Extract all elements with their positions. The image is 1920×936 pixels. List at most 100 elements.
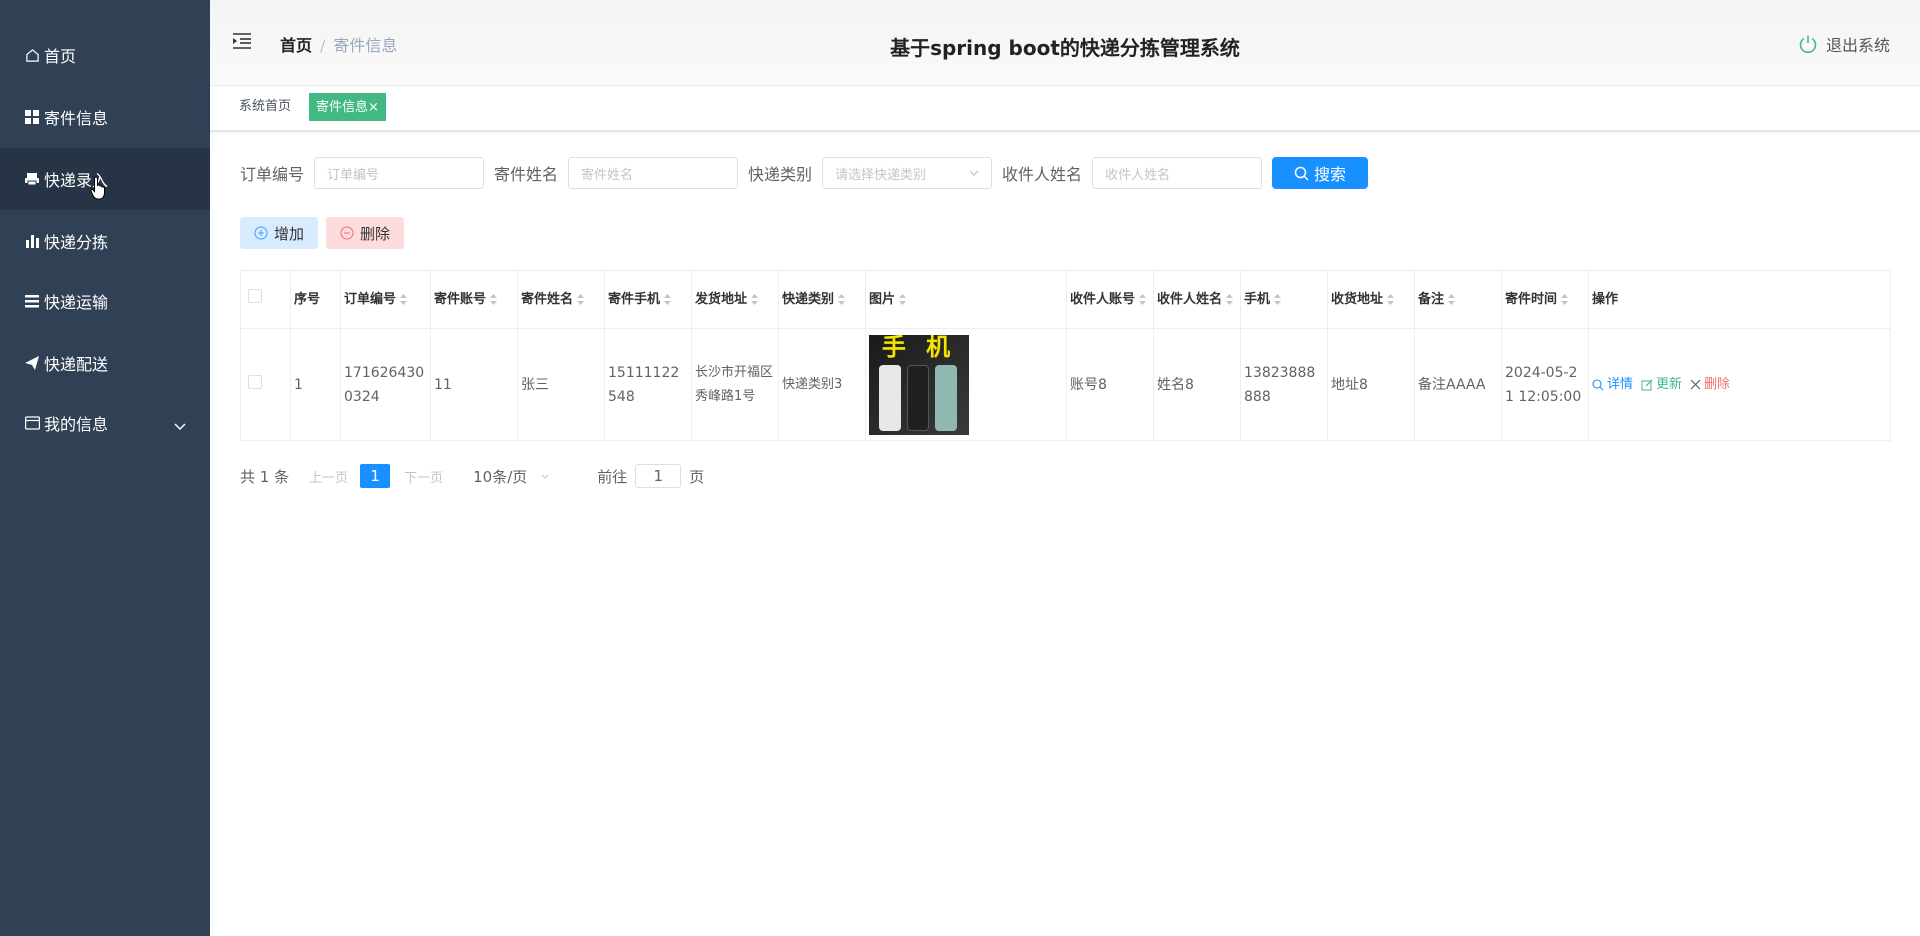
phone-shape — [879, 364, 901, 431]
cell-image: 手 机 — [865, 328, 1067, 441]
logout-button[interactable]: 退出系统 — [1798, 32, 1890, 56]
column-header[interactable]: 收件人姓名 — [1153, 270, 1241, 329]
top-bar: 首页 / 寄件信息 基于spring boot的快递分拣管理系统 退出系统 — [210, 0, 1920, 86]
printer-icon — [24, 171, 40, 187]
column-header[interactable]: 寄件手机 — [604, 270, 692, 329]
order-no-label: 订单编号 — [240, 165, 305, 184]
sidebar-item-label: 快递分拣 — [44, 233, 109, 252]
receiver-name-input[interactable]: 收件人姓名 — [1092, 157, 1263, 189]
column-header[interactable]: 发货地址 — [691, 270, 779, 329]
data-table: 序号 订单编号 寄件账号 寄件姓名 寄件手机 发货地址 快递类别 图片 收件人账… — [240, 270, 1891, 441]
sidebar-item-shipping-info[interactable]: 寄件信息 — [0, 86, 210, 148]
column-header[interactable]: 快递类别 — [778, 270, 866, 329]
tag-shipping-info[interactable]: 寄件信息× — [309, 93, 386, 121]
detail-button[interactable]: 详情 — [1592, 373, 1633, 397]
batch-delete-button[interactable]: 删除 — [326, 217, 405, 249]
sidebar-item-express-transport[interactable]: 快递运输 — [0, 270, 210, 332]
cell-sender-phone: 15111122548 — [604, 328, 692, 441]
goto-page-input[interactable]: 1 — [635, 464, 682, 488]
cell-receiver-name: 姓名8 — [1153, 328, 1241, 441]
column-header[interactable]: 寄件姓名 — [517, 270, 605, 329]
sidebar-item-my-info[interactable]: 我的信息 — [0, 392, 210, 454]
phone-shape — [935, 364, 957, 431]
sidebar-item-express-delivery[interactable]: 快递配送 — [0, 332, 210, 394]
sidebar-item-label: 快递运输 — [44, 293, 109, 312]
sidebar-item-home[interactable]: 首页 — [0, 24, 210, 86]
send-icon — [24, 355, 40, 371]
update-button[interactable]: 更新 — [1641, 373, 1682, 397]
tag-system-home[interactable]: 系统首页 — [233, 93, 297, 121]
select-all-checkbox[interactable] — [248, 288, 262, 303]
select-all-cell — [240, 270, 291, 329]
power-icon — [1799, 35, 1817, 54]
column-header[interactable]: 订单编号 — [340, 270, 431, 329]
sort-icon[interactable] — [400, 293, 408, 305]
row-checkbox[interactable] — [248, 374, 262, 389]
page-number-current[interactable]: 1 — [360, 464, 391, 488]
cell-receiver-phone: 13823888888 — [1240, 328, 1328, 441]
list-icon — [24, 293, 40, 309]
cell-remark: 备注AAAA — [1414, 328, 1502, 441]
sort-icon[interactable] — [1561, 293, 1569, 305]
column-header[interactable]: 寄件账号 — [430, 270, 518, 329]
cell-receiver-account: 账号8 — [1066, 328, 1154, 441]
home-icon — [24, 47, 40, 63]
search-button[interactable]: 搜索 — [1272, 157, 1369, 189]
sidebar: 首页 寄件信息 快递录入 快递分拣 快递运输 快递配送 我的信息 — [0, 0, 210, 936]
column-header[interactable]: 收件人账号 — [1066, 270, 1154, 329]
sort-icon[interactable] — [1448, 293, 1456, 305]
delete-row-button[interactable]: 删除 — [1690, 373, 1730, 397]
update-label: 更新 — [1656, 376, 1683, 392]
column-header[interactable]: 图片 — [865, 270, 1067, 329]
pagination-total: 共 1 条 — [240, 467, 290, 486]
express-type-label: 快递类别 — [748, 165, 813, 184]
sort-icon[interactable] — [838, 293, 846, 305]
cell-account: 11 — [430, 328, 518, 441]
page-size-select[interactable]: 10条/页 — [473, 466, 549, 487]
prev-page-button[interactable]: 上一页 — [309, 467, 348, 486]
product-image[interactable]: 手 机 — [869, 334, 969, 435]
page-title: 基于spring boot的快递分拣管理系统 — [890, 36, 1240, 60]
sender-name-input[interactable]: 寄件姓名 — [568, 157, 739, 189]
sort-icon[interactable] — [664, 293, 672, 305]
column-header: 序号 — [290, 270, 341, 329]
bar-chart-icon — [24, 233, 40, 249]
column-header[interactable]: 寄件时间 — [1501, 270, 1589, 329]
cell-receiver-address: 地址8 — [1327, 328, 1415, 441]
sort-icon[interactable] — [1226, 293, 1234, 305]
grid-icon — [24, 109, 40, 125]
column-header[interactable]: 备注 — [1414, 270, 1502, 329]
express-type-select[interactable]: 请选择快递类别 — [822, 157, 993, 189]
sort-icon[interactable] — [1387, 293, 1395, 305]
logout-label: 退出系统 — [1825, 36, 1890, 55]
sort-icon[interactable] — [899, 293, 907, 305]
order-no-input[interactable]: 订单编号 — [314, 157, 485, 189]
tag-label: 寄件信息 — [316, 100, 369, 115]
column-header[interactable]: 收货地址 — [1327, 270, 1415, 329]
sort-icon[interactable] — [751, 293, 759, 305]
cell-index: 1 — [290, 328, 341, 441]
sort-icon[interactable] — [490, 293, 498, 305]
express-type-placeholder: 请选择快递类别 — [835, 167, 927, 183]
pagination: 共 1 条 上一页 1 下一页 10条/页 前往 1 页 — [240, 464, 704, 488]
next-page-button[interactable]: 下一页 — [404, 467, 443, 486]
sidebar-item-express-sorting[interactable]: 快递分拣 — [0, 210, 210, 272]
close-icon[interactable]: × — [368, 100, 379, 115]
page-size-value: 10条/页 — [473, 467, 528, 486]
minus-circle-icon — [340, 226, 354, 240]
add-button[interactable]: 增加 — [240, 217, 319, 249]
sender-name-label: 寄件姓名 — [494, 165, 559, 184]
edit-icon — [1641, 379, 1653, 390]
chevron-down-icon — [174, 416, 186, 435]
delete-row-label: 删除 — [1704, 376, 1731, 392]
sidebar-item-label: 我的信息 — [44, 415, 109, 434]
sidebar-item-label: 寄件信息 — [44, 109, 109, 128]
sidebar-item-label: 快递配送 — [44, 355, 109, 374]
cell-time: 2024-05-21 12:05:00 — [1501, 328, 1589, 441]
chevron-down-icon — [541, 474, 549, 479]
column-header[interactable]: 手机 — [1240, 270, 1328, 329]
sort-icon[interactable] — [1139, 293, 1147, 305]
sort-icon[interactable] — [1274, 293, 1282, 305]
sort-icon[interactable] — [577, 293, 585, 305]
search-icon — [1294, 166, 1309, 181]
